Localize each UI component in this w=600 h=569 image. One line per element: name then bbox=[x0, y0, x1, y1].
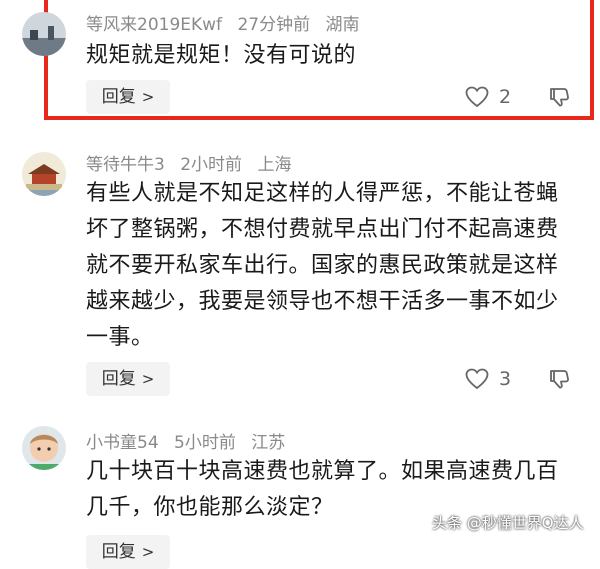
comment-meta: 等风来2019EKwf 27分钟前 湖南 bbox=[86, 10, 370, 35]
reply-label: 回复 bbox=[101, 542, 136, 562]
reply-label: 回复 bbox=[101, 87, 136, 107]
reply-button[interactable]: 回复 > bbox=[86, 535, 170, 569]
location: 江苏 bbox=[251, 433, 286, 453]
timestamp: 5小时前 bbox=[174, 433, 236, 453]
dislike-button[interactable] bbox=[548, 80, 570, 114]
comment-meta: 小书童54 5小时前 江苏 bbox=[86, 428, 295, 453]
chevron-right-icon: > bbox=[141, 88, 155, 106]
username[interactable]: 小书童54 bbox=[86, 433, 159, 453]
avatar[interactable] bbox=[22, 426, 66, 470]
heart-icon bbox=[465, 368, 489, 390]
comment-meta: 等待牛牛3 2小时前 上海 bbox=[86, 150, 301, 175]
like-button[interactable]: 3 bbox=[465, 362, 511, 396]
username[interactable]: 等风来2019EKwf bbox=[86, 15, 222, 35]
chevron-right-icon: > bbox=[141, 370, 155, 388]
thumbs-down-icon bbox=[550, 370, 569, 389]
chevron-right-icon: > bbox=[141, 543, 155, 561]
avatar[interactable] bbox=[22, 152, 66, 196]
reply-button[interactable]: 回复 > bbox=[86, 80, 170, 114]
heart-icon bbox=[465, 86, 489, 108]
reply-button[interactable]: 回复 > bbox=[86, 362, 170, 396]
watermark: 头条 @秒懂世界Q达人 bbox=[432, 514, 584, 532]
comment-text: 有些人就是不知足这样的人得严惩，不能让苍蝇坏了整锅粥，不想付费就早点出门付不起高… bbox=[86, 181, 559, 350]
timestamp: 27分钟前 bbox=[237, 15, 311, 35]
thumbs-down-icon bbox=[550, 88, 569, 107]
dislike-button[interactable] bbox=[548, 362, 570, 396]
reply-label: 回复 bbox=[101, 369, 136, 389]
comment-text: 规矩就是规矩！没有可说的 bbox=[86, 43, 357, 68]
username[interactable]: 等待牛牛3 bbox=[86, 155, 165, 175]
like-button[interactable]: 2 bbox=[465, 80, 511, 114]
avatar[interactable] bbox=[22, 12, 66, 56]
location: 湖南 bbox=[325, 15, 360, 35]
like-count: 2 bbox=[499, 86, 512, 108]
like-count: 3 bbox=[499, 368, 512, 390]
location: 上海 bbox=[257, 155, 292, 175]
timestamp: 2小时前 bbox=[180, 155, 243, 175]
